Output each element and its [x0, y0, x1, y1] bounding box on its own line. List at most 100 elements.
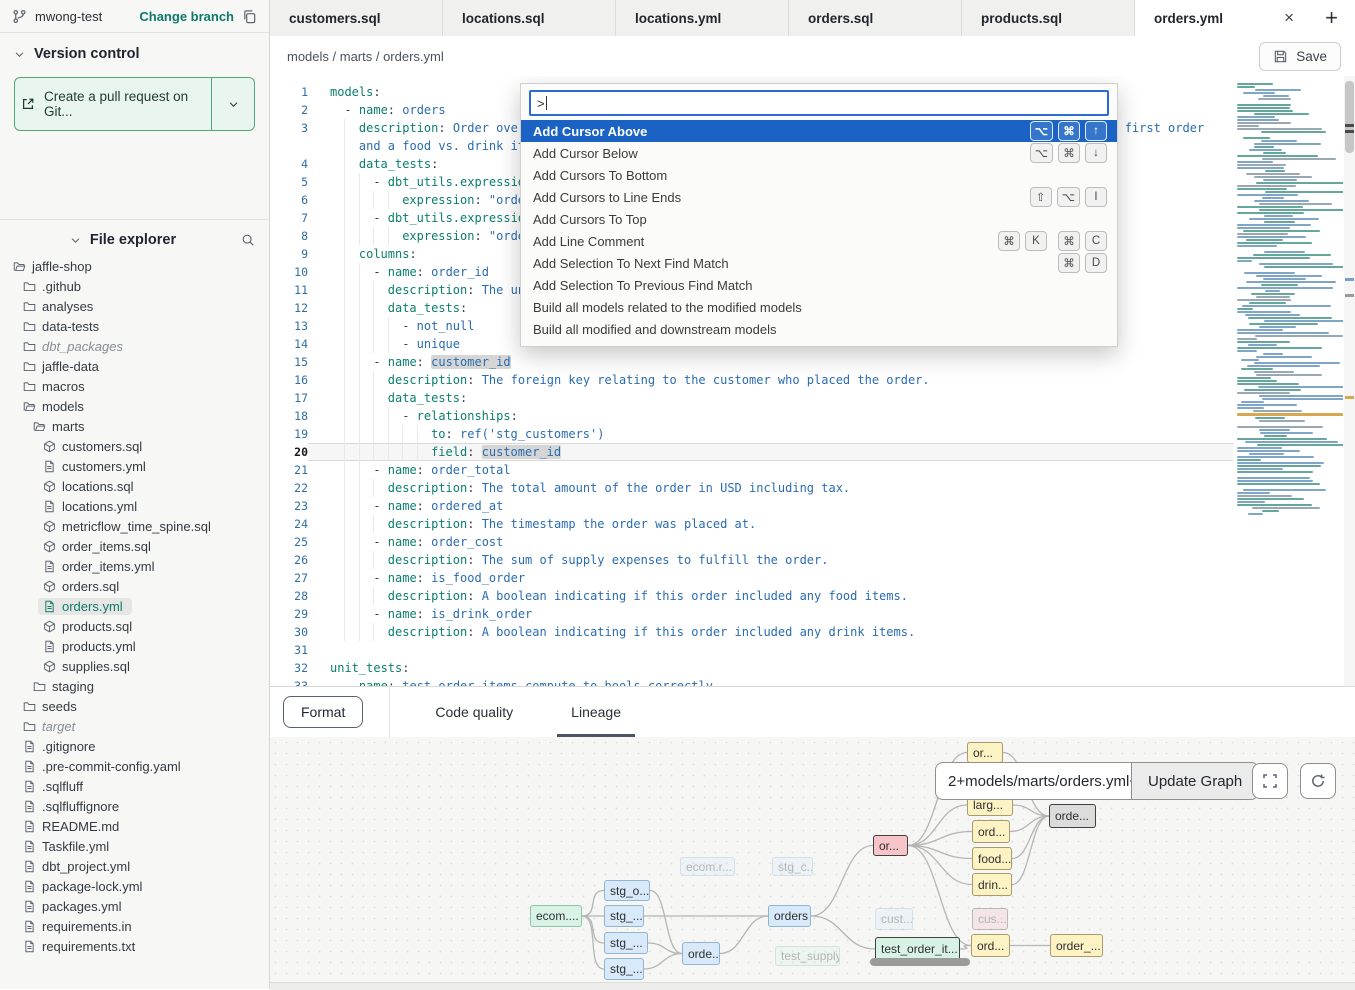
code-line-content: data_tests: [308, 389, 1233, 407]
tree-item[interactable]: target [0, 716, 269, 736]
tree-item-label: products.yml [62, 639, 136, 654]
command-item[interactable]: Add Line Comment⌘K⌘C [521, 230, 1117, 252]
command-item[interactable]: Add Cursors to Line Ends⇧⌥I [521, 186, 1117, 208]
tree-item[interactable]: analyses [0, 296, 269, 316]
tree-item[interactable]: requirements.txt [0, 936, 269, 956]
command-item[interactable]: Add Cursors To Bottom [521, 164, 1117, 186]
file-explorer-header[interactable]: File explorer [0, 232, 269, 248]
tree-item[interactable]: data-tests [0, 316, 269, 336]
command-item[interactable]: Add Cursor Above⌥⌘↑ [521, 120, 1117, 142]
lineage-node[interactable]: ord... [971, 934, 1010, 957]
tab-products.sql[interactable]: products.sql [962, 0, 1135, 36]
tab-orders.sql[interactable]: orders.sql [789, 0, 962, 36]
tree-item[interactable]: order_items.sql [0, 536, 269, 556]
command-item[interactable]: Add Cursors To Top [521, 208, 1117, 230]
lineage-node[interactable]: orde... [1049, 804, 1096, 828]
save-button[interactable]: Save [1259, 42, 1341, 71]
command-item[interactable]: Add Selection To Previous Find Match [521, 274, 1117, 296]
lineage-node[interactable]: ord... [972, 820, 1010, 843]
tree-item[interactable]: dbt_project.yml [0, 856, 269, 876]
tree-item[interactable]: models [0, 396, 269, 416]
lineage-panel[interactable]: or...larg...ord...orde...food...drin...o… [270, 737, 1355, 982]
tree-item[interactable]: .pre-commit-config.yaml [0, 756, 269, 776]
lineage-node[interactable]: drin... [972, 873, 1012, 896]
tab-orders.yml[interactable]: orders.yml× [1135, 0, 1308, 36]
tree-item[interactable]: order_items.yml [0, 556, 269, 576]
line-number: 14 [270, 335, 308, 353]
fullscreen-button[interactable] [1252, 763, 1288, 799]
tree-item[interactable]: locations.yml [0, 496, 269, 516]
tree-item-pill: products.yml [38, 638, 145, 655]
version-control-header[interactable]: Version control [0, 46, 269, 62]
tree-item[interactable]: packages.yml [0, 896, 269, 916]
format-button[interactable]: Format [283, 696, 363, 728]
editor-scrollbar-thumb[interactable] [1345, 81, 1354, 153]
tab-locations.sql[interactable]: locations.sql [443, 0, 616, 36]
lineage-node[interactable]: or... [967, 742, 1003, 763]
search-icon[interactable] [241, 233, 255, 247]
lineage-node[interactable]: order_... [1050, 934, 1103, 957]
editor-scrollbar[interactable] [1344, 76, 1355, 686]
command-item[interactable]: Add Selection To Next Find Match⌘D [521, 252, 1117, 274]
tree-item[interactable]: products.sql [0, 616, 269, 636]
tree-item[interactable]: .sqlfluffignore [0, 796, 269, 816]
tree-item[interactable]: staging [0, 676, 269, 696]
tree-item[interactable]: .sqlfluff [0, 776, 269, 796]
tab-lineage[interactable]: Lineage [571, 687, 621, 737]
tab-customers.sql[interactable]: customers.sql [270, 0, 443, 36]
lineage-node[interactable]: orde... [682, 942, 720, 965]
tree-item[interactable]: .gitignore [0, 736, 269, 756]
tree-item[interactable]: Taskfile.yml [0, 836, 269, 856]
code-line-content: description: The total amount of the ord… [308, 479, 1233, 497]
command-item[interactable]: Add Cursor Below⌥⌘↓ [521, 142, 1117, 164]
code-editor[interactable]: 1models:2- name: orders3description: Ord… [270, 76, 1355, 686]
create-pr-button[interactable]: Create a pull request on Git... [14, 77, 255, 131]
lineage-node[interactable]: food... [972, 847, 1012, 870]
command-item[interactable]: Build all modified and downstream models [521, 318, 1117, 340]
update-graph-button[interactable]: Update Graph [1131, 762, 1259, 800]
minimap-line [1249, 302, 1286, 304]
tree-item[interactable]: dbt_packages [0, 336, 269, 356]
lineage-node[interactable]: stg_o... [604, 880, 650, 901]
minimap[interactable] [1237, 83, 1343, 523]
tree-item[interactable]: customers.sql [0, 436, 269, 456]
tree-item[interactable]: jaffle-shop [0, 256, 269, 276]
tab-code-quality[interactable]: Code quality [435, 687, 513, 737]
change-branch-link[interactable]: Change branch [139, 9, 234, 24]
tree-item[interactable]: supplies.sql [0, 656, 269, 676]
tree-item[interactable]: README.md [0, 816, 269, 836]
tree-item[interactable]: jaffle-data [0, 356, 269, 376]
tree-item[interactable]: seeds [0, 696, 269, 716]
tab-locations.yml[interactable]: locations.yml [616, 0, 789, 36]
tree-item[interactable]: locations.sql [0, 476, 269, 496]
new-tab-button[interactable]: + [1319, 7, 1344, 29]
copy-icon[interactable] [242, 9, 257, 24]
tree-item[interactable]: marts [0, 416, 269, 436]
command-palette-input[interactable]: > [529, 90, 1109, 116]
lineage-node[interactable]: stg_... [604, 958, 644, 980]
refresh-button[interactable] [1300, 763, 1336, 799]
lineage-node[interactable]: stg_... [604, 905, 644, 927]
tree-item-pill: order_items.sql [38, 538, 160, 555]
tree-item[interactable]: package-lock.yml [0, 876, 269, 896]
command-item-label: Add Selection To Previous Find Match [533, 278, 752, 293]
lineage-node[interactable]: orders [768, 905, 811, 927]
lineage-node[interactable]: stg_... [604, 932, 648, 954]
tree-item[interactable]: metricflow_time_spine.sql [0, 516, 269, 536]
tree-item[interactable]: products.yml [0, 636, 269, 656]
create-pr-dropdown[interactable] [211, 78, 254, 130]
tree-item[interactable]: requirements.in [0, 916, 269, 936]
tree-item[interactable]: orders.yml [0, 596, 269, 616]
tree-item[interactable]: customers.yml [0, 456, 269, 476]
tree-item[interactable]: .github [0, 276, 269, 296]
lineage-node[interactable]: ecom.... [530, 905, 582, 927]
command-item[interactable]: Build all models related to the modified… [521, 296, 1117, 318]
lineage-edge [644, 954, 682, 970]
tree-item[interactable]: macros [0, 376, 269, 396]
lineage-node[interactable]: or... [873, 835, 908, 856]
create-pr-button-main[interactable]: Create a pull request on Git... [15, 78, 211, 130]
close-icon[interactable]: × [1284, 8, 1294, 28]
tree-item[interactable]: orders.sql [0, 576, 269, 596]
lineage-filter-input[interactable]: 2+models/marts/orders.yml+ [935, 762, 1131, 800]
lineage-hscrollbar-thumb[interactable] [870, 958, 970, 966]
